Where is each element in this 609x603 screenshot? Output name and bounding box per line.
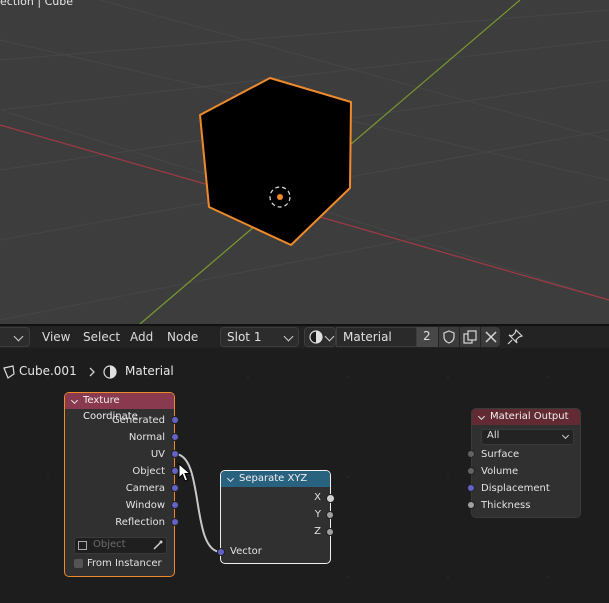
output-normal-label: Normal — [128, 432, 165, 443]
chevron-down-icon — [324, 331, 335, 342]
menu-node[interactable]: Node — [167, 328, 198, 346]
chevron-down-icon — [283, 331, 294, 342]
target-label: All — [487, 430, 500, 441]
input-vector-label: Vector — [230, 546, 262, 557]
output-uv-label: UV — [150, 449, 165, 460]
material-name-field[interactable]: Material — [336, 327, 417, 347]
socket-surface[interactable] — [467, 450, 475, 458]
viewport-scene — [0, 0, 609, 324]
socket-uv[interactable] — [171, 450, 179, 458]
from-instancer-label: From Instancer — [87, 558, 162, 569]
node-canvas[interactable]: Texture Coordinate Generated Normal UV O… — [0, 350, 609, 603]
socket-normal[interactable] — [171, 433, 179, 441]
output-y-label: Y — [314, 509, 321, 520]
target-dropdown[interactable]: All — [481, 429, 574, 445]
close-icon — [485, 331, 497, 343]
menu-view[interactable]: View — [42, 328, 70, 346]
menu-add[interactable]: Add — [130, 328, 153, 346]
socket-vector-input[interactable] — [217, 548, 225, 556]
slot-dropdown[interactable]: Slot 1 — [220, 327, 299, 347]
material-browse-button[interactable] — [304, 327, 336, 347]
chevron-down-icon — [561, 431, 570, 440]
editor-type-dropdown[interactable] — [0, 327, 30, 347]
eyedropper-icon[interactable] — [153, 540, 163, 550]
output-generated-label: Generated — [111, 415, 165, 426]
pin-icon[interactable] — [507, 329, 523, 345]
material-name: Material — [343, 330, 392, 344]
object-placeholder: Object — [93, 539, 126, 550]
material-sphere-icon — [103, 365, 117, 379]
input-displacement-label: Displacement — [481, 483, 550, 494]
slot-label: Slot 1 — [227, 330, 262, 344]
duplicate-icon — [463, 330, 477, 344]
socket-camera[interactable] — [171, 484, 179, 492]
from-instancer-checkbox[interactable] — [74, 559, 83, 568]
input-volume-label: Volume — [481, 466, 519, 477]
object-icon — [78, 541, 87, 550]
texture-coordinate-header[interactable]: Texture Coordinate — [65, 393, 174, 422]
socket-x[interactable] — [326, 494, 335, 503]
separate-xyz-node[interactable]: Separate XYZ X Y Z Vector — [220, 470, 331, 564]
socket-displacement[interactable] — [467, 484, 475, 492]
socket-window[interactable] — [171, 501, 179, 509]
chevron-right-icon — [89, 367, 95, 377]
object-field[interactable]: Object — [74, 537, 167, 554]
breadcrumb-object: Cube.001 — [19, 364, 77, 378]
output-object-label: Object — [132, 466, 165, 477]
socket-thickness[interactable] — [467, 501, 475, 509]
collapse-icon[interactable] — [70, 396, 79, 405]
mesh-object-icon — [3, 365, 15, 379]
chevron-down-icon — [13, 331, 24, 342]
material-sphere-icon — [309, 330, 323, 344]
user-count: 2 — [423, 329, 431, 343]
socket-z[interactable] — [326, 528, 334, 536]
output-x-label: X — [314, 492, 321, 503]
input-surface-label: Surface — [481, 449, 520, 460]
fake-user-button[interactable] — [439, 327, 459, 347]
shield-icon — [443, 330, 455, 344]
node-title: Separate XYZ — [239, 473, 308, 484]
user-count-button[interactable]: 2 — [417, 327, 438, 347]
texture-coordinate-node[interactable]: Texture Coordinate Generated Normal UV O… — [64, 392, 175, 577]
material-output-node[interactable]: Material Output All Surface Volume Displ… — [471, 408, 581, 518]
collapse-icon[interactable] — [226, 474, 235, 483]
socket-y[interactable] — [326, 511, 334, 519]
3d-viewport[interactable]: ection | Cube — [0, 0, 609, 324]
breadcrumb-material: Material — [125, 364, 174, 378]
duplicate-material-button[interactable] — [460, 327, 480, 347]
unlink-material-button[interactable] — [481, 327, 500, 347]
viewport-title: ection | Cube — [0, 0, 73, 8]
socket-reflection[interactable] — [171, 518, 179, 526]
input-thickness-label: Thickness — [481, 500, 531, 511]
output-reflection-label: Reflection — [115, 517, 165, 528]
mouse-cursor-icon — [178, 463, 192, 482]
output-z-label: Z — [314, 526, 321, 537]
menu-select[interactable]: Select — [83, 328, 120, 346]
socket-volume[interactable] — [467, 467, 475, 475]
breadcrumb: Cube.001 Material — [0, 362, 300, 382]
output-window-label: Window — [125, 500, 165, 511]
socket-generated[interactable] — [171, 416, 179, 424]
node-editor-header: View Select Add Node Slot 1 Material 2 — [0, 326, 609, 348]
collapse-icon[interactable] — [477, 412, 486, 421]
material-output-header[interactable]: Material Output — [472, 409, 580, 425]
node-title: Material Output — [490, 411, 569, 422]
output-camera-label: Camera — [125, 483, 165, 494]
cube-origin — [277, 194, 283, 200]
separate-xyz-header[interactable]: Separate XYZ — [221, 471, 330, 487]
